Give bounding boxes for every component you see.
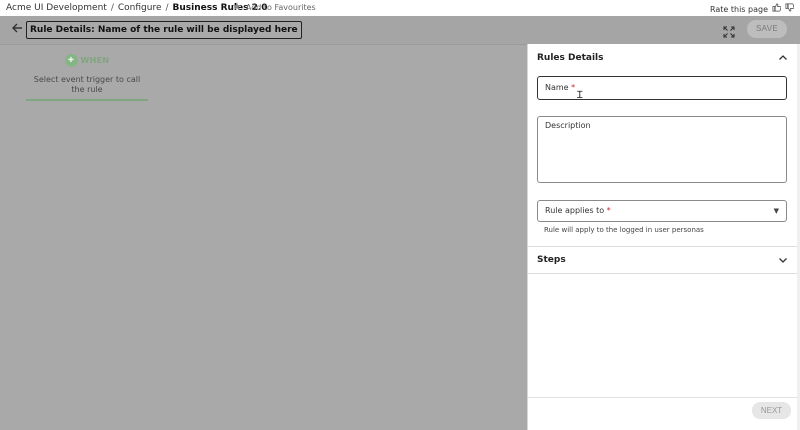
name-input[interactable]: Name * — [537, 76, 787, 100]
rate-this-page: Rate this page — [709, 3, 795, 15]
top-bar: Acme UI Development / Configure / Busine… — [0, 0, 800, 16]
back-arrow-icon[interactable] — [11, 22, 23, 37]
when-trigger[interactable]: ✚ WHEN Select event trigger to call the … — [26, 54, 148, 101]
breadcrumb: Acme UI Development / Configure / Busine… — [6, 3, 268, 13]
breadcrumb-separator: / — [165, 3, 169, 13]
breadcrumb-separator: / — [110, 3, 114, 13]
rate-this-page-label: Rate this page — [709, 4, 768, 14]
breadcrumb-item-acme-ui-development[interactable]: Acme UI Development — [6, 3, 107, 13]
description-label: Description — [545, 121, 591, 130]
trigger-underline — [26, 99, 148, 101]
trigger-prompt: Select event trigger to call the rule — [33, 75, 141, 94]
description-textarea[interactable]: Description — [537, 116, 787, 183]
rule-applies-to-label: Rule applies to — [545, 206, 605, 215]
rule-applies-to-select[interactable]: Rule applies to * ▼ — [537, 200, 787, 222]
fullscreen-icon[interactable] — [723, 23, 735, 38]
rules-details-title: Rules Details — [537, 53, 604, 63]
when-header: ✚ WHEN — [26, 54, 148, 67]
dropdown-caret-icon: ▼ — [773, 207, 779, 215]
chevron-down-icon[interactable] — [778, 255, 788, 265]
steps-section-header[interactable]: Steps — [528, 246, 798, 274]
star-icon: ★ — [232, 0, 242, 13]
name-label: Name — [545, 83, 569, 92]
rule-applies-helper-text: Rule will apply to the logged in user pe… — [544, 226, 704, 234]
trigger-icon: ✚ — [64, 54, 78, 67]
rules-details-section-header[interactable]: Rules Details — [528, 44, 798, 72]
chevron-up-icon[interactable] — [778, 53, 788, 63]
thumbs-up-icon[interactable] — [772, 3, 782, 15]
required-marker: * — [606, 206, 611, 215]
text-cursor-icon: Ɪ — [577, 90, 583, 101]
rule-details-panel: Rules Details Name * Ɪ Description Rule … — [527, 44, 798, 430]
save-button[interactable]: SAVE — [747, 20, 787, 38]
breadcrumb-item-configure[interactable]: Configure — [118, 3, 162, 13]
add-to-favourites-label: Add to Favourites — [245, 2, 316, 12]
panel-footer: NEXT — [528, 397, 798, 430]
when-label: WHEN — [80, 56, 110, 65]
add-to-favourites[interactable]: ★ Add to Favourites — [232, 0, 316, 13]
thumbs-down-icon[interactable] — [785, 3, 795, 15]
required-marker: * — [571, 83, 576, 92]
next-button[interactable]: NEXT — [752, 402, 791, 419]
rule-title[interactable]: Rule Details: Name of the rule will be d… — [26, 21, 302, 39]
steps-title: Steps — [537, 255, 566, 265]
